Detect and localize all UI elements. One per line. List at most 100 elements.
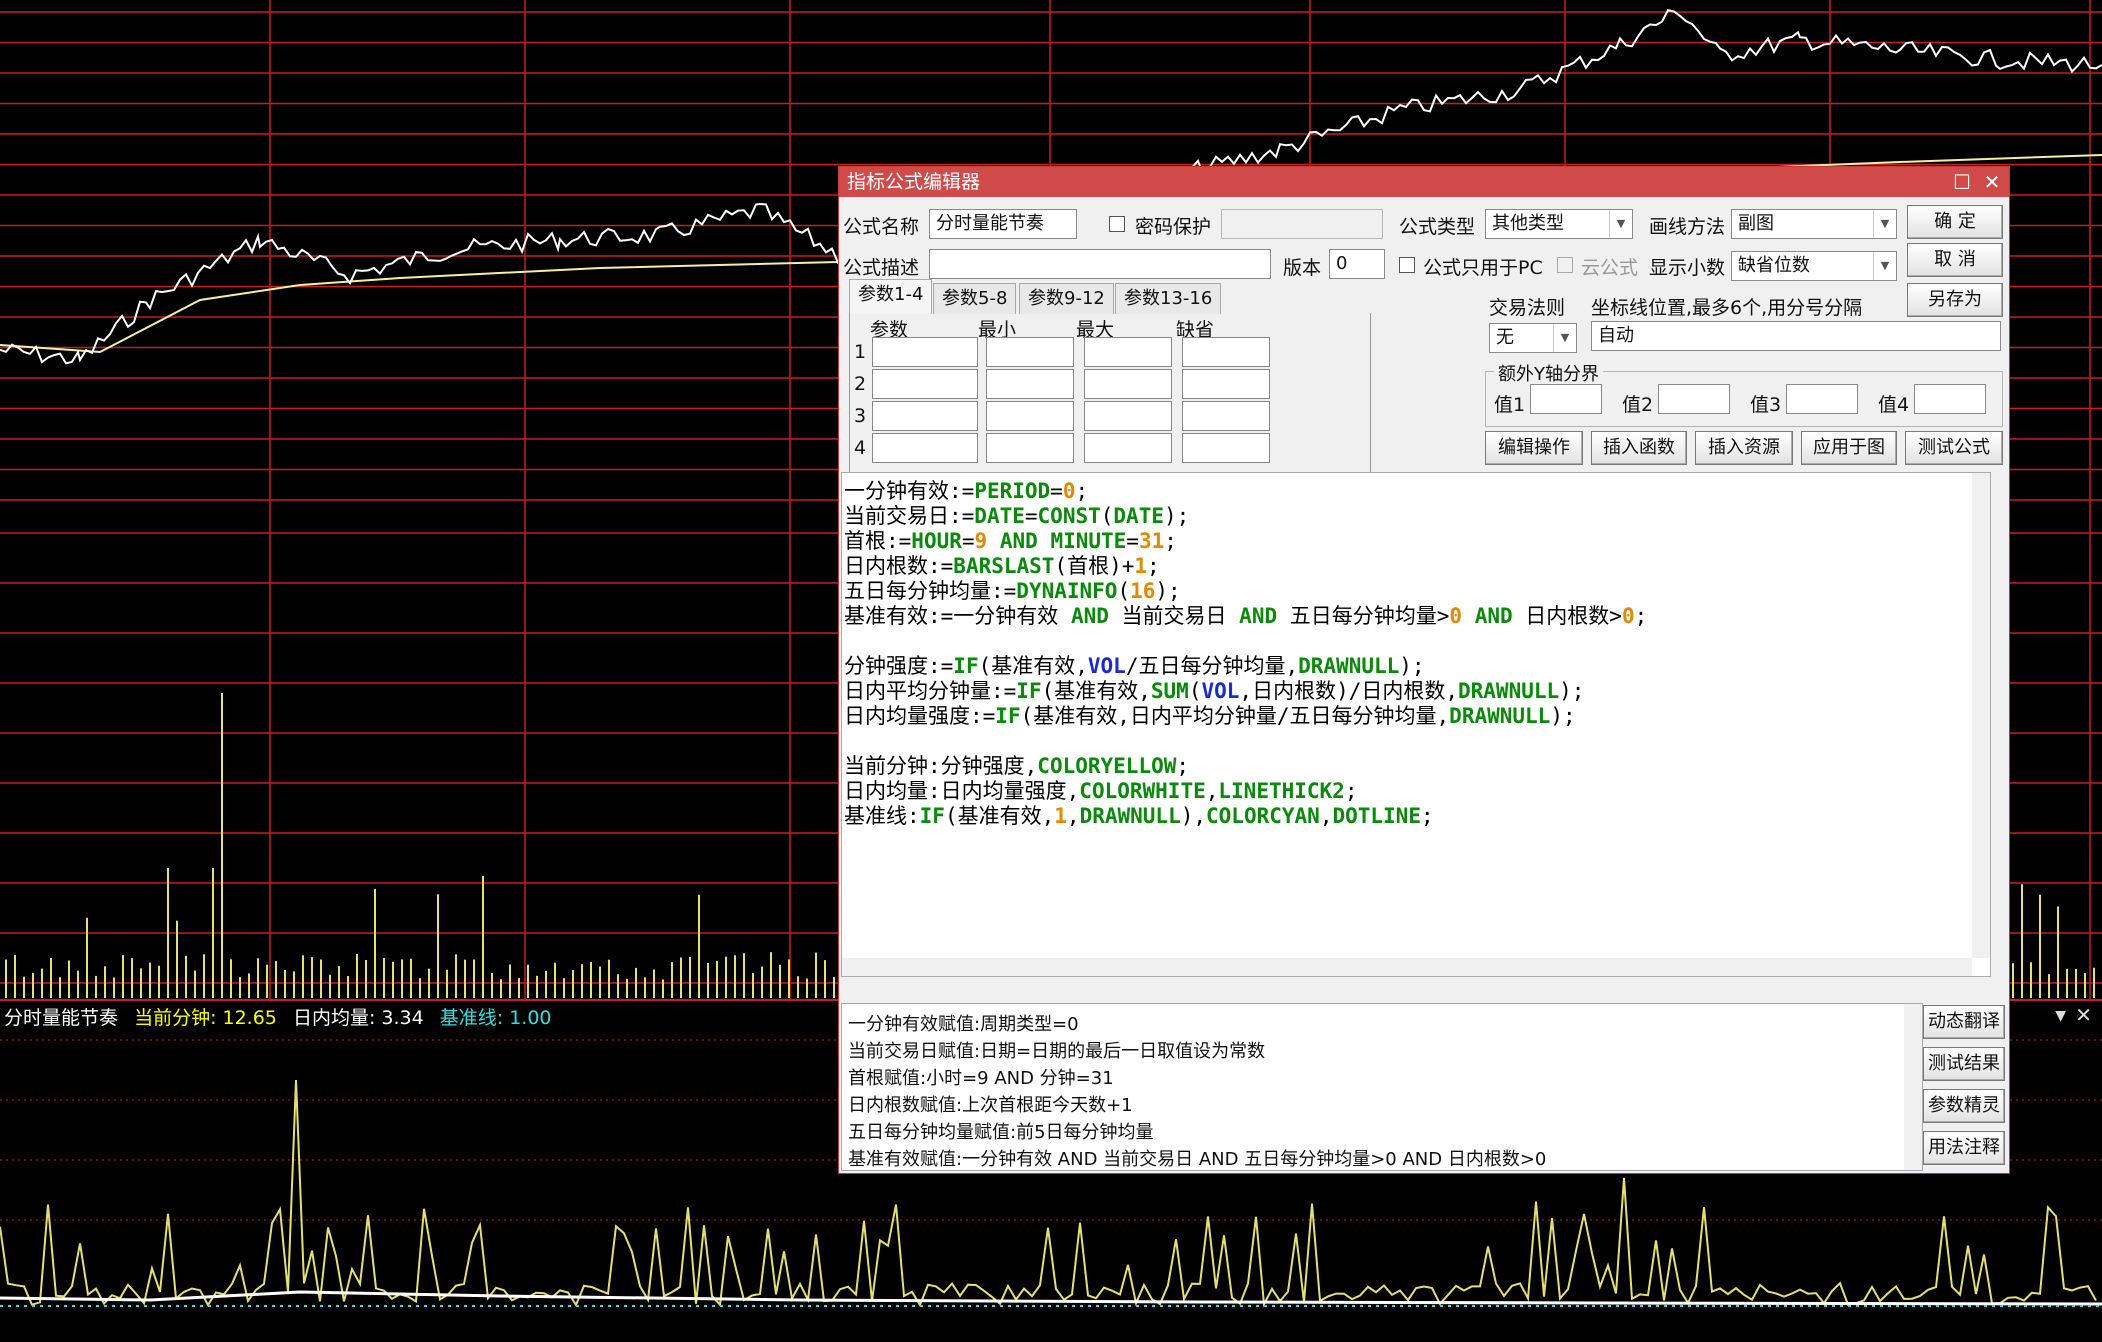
param-row-number: 2	[854, 373, 867, 395]
code-line: 日内均量强度:=IF(基准有效,日内平均分钟量/五日每分钟均量,DRAWNULL…	[844, 704, 1576, 728]
extra-y-axis-group: 额外Y轴分界 值1 值2 值3 值4	[1485, 360, 2003, 427]
draw-method-select[interactable]: 副图 ▼	[1731, 209, 1897, 239]
param-max-input[interactable]	[1084, 401, 1172, 431]
params-panel: 参数 最小 最大 缺省 1 2 3 4	[849, 313, 1371, 484]
test-formula-button[interactable]: 测试公式	[1905, 431, 2003, 465]
param-min-input[interactable]	[986, 369, 1074, 399]
y-value-2-input[interactable]	[1658, 384, 1730, 414]
param-min-input[interactable]	[986, 337, 1074, 367]
y-value-1-label: 值1	[1494, 394, 1526, 416]
formula-name-input[interactable]: 分时量能节奏	[929, 209, 1077, 239]
param-default-input[interactable]	[1182, 433, 1270, 463]
param-row-number: 1	[854, 341, 867, 363]
formula-type-value: 其他类型	[1492, 213, 1564, 234]
translation-line: 日内根数赋值:上次首根距今天数+1	[848, 1095, 1133, 1116]
param-default-input[interactable]	[1182, 337, 1270, 367]
cloud-checkbox	[1557, 257, 1573, 273]
y-value-3-input[interactable]	[1786, 384, 1858, 414]
formula-type-select[interactable]: 其他类型 ▼	[1485, 209, 1633, 239]
translation-line: 当前交易日赋值:日期=日期的最后一日取值设为常数	[848, 1041, 1266, 1062]
decimals-label: 显示小数	[1649, 257, 1726, 279]
tab-params-1-4[interactable]: 参数1-4	[849, 279, 933, 314]
param-name-input[interactable]	[872, 433, 978, 463]
translation-line: 基准有效赋值:一分钟有效 AND 当前交易日 AND 五日每分钟均量>0 AND…	[848, 1149, 1547, 1170]
desc-input[interactable]	[929, 249, 1271, 279]
y-value-1-input[interactable]	[1530, 384, 1602, 414]
formula-name-label: 公式名称	[843, 216, 920, 238]
indicator-daily-avg-line	[0, 1290, 2102, 1306]
code-line: 基准有效:=一分钟有效 AND 当前交易日 AND 五日每分钟均量>0 AND …	[844, 604, 1648, 628]
param-min-input[interactable]	[986, 401, 1074, 431]
legend-daily-avg: 日内均量: 3.34	[292, 1007, 424, 1029]
y-value-4-label: 值4	[1878, 394, 1910, 416]
param-row-number: 4	[854, 437, 867, 459]
param-wizard-button[interactable]: 参数精灵	[1923, 1089, 2005, 1123]
desc-label: 公式描述	[843, 257, 920, 279]
version-input[interactable]: 0	[1329, 249, 1385, 279]
chevron-down-icon: ▼	[1609, 210, 1632, 238]
password-label: 密码保护	[1135, 216, 1212, 238]
save-as-button[interactable]: 另存为	[1907, 283, 2003, 317]
decimals-select[interactable]: 缺省位数 ▼	[1731, 251, 1897, 281]
translation-line: 五日每分钟均量赋值:前5日每分钟均量	[848, 1122, 1154, 1143]
param-name-input[interactable]	[872, 369, 978, 399]
password-checkbox[interactable]	[1109, 216, 1125, 232]
param-name-input[interactable]	[872, 337, 978, 367]
insert-resource-button[interactable]: 插入资源	[1695, 431, 1793, 465]
param-min-input[interactable]	[986, 433, 1074, 463]
indicator-legend: 分时量能节奏 当前分钟: 12.65 日内均量: 3.34 基准线: 1.00	[4, 1003, 562, 1030]
translation-line: 首根赋值:小时=9 AND 分钟=31	[848, 1068, 1114, 1089]
axis-position-input[interactable]: 自动	[1591, 321, 2001, 351]
legend-current-minute: 当前分钟: 12.65	[134, 1007, 277, 1029]
param-max-input[interactable]	[1084, 337, 1172, 367]
formula-editor-dialog: 指标公式编辑器 ☐ ✕ 公式名称 分时量能节奏 密码保护 公式类型 其他类型 ▼…	[838, 166, 2010, 1174]
maximize-icon[interactable]: ☐	[1947, 167, 1977, 197]
tab-params-5-8[interactable]: 参数5-8	[933, 283, 1017, 314]
trade-rule-select[interactable]: 无 ▼	[1489, 323, 1577, 353]
pane-dropdown-icon[interactable]: ▼	[2055, 1008, 2066, 1024]
param-name-input[interactable]	[872, 401, 978, 431]
code-horizontal-scrollbar[interactable]	[842, 958, 1972, 976]
usage-notes-button[interactable]: 用法注释	[1923, 1131, 2005, 1165]
password-input[interactable]	[1221, 209, 1383, 239]
dynamic-translation-panel[interactable]: 一分钟有效赋值:周期类型=0 当前交易日赋值:日期=日期的最后一日取值设为常数 …	[841, 1003, 1923, 1171]
insert-function-button[interactable]: 插入函数	[1591, 431, 1687, 465]
test-result-button[interactable]: 测试结果	[1923, 1047, 2005, 1081]
y-value-3-label: 值3	[1750, 394, 1782, 416]
trade-rule-label: 交易法则	[1489, 297, 1566, 319]
formula-code-editor[interactable]: 一分钟有效:=PERIOD=0; 当前交易日:=DATE=CONST(DATE)…	[841, 472, 1991, 977]
param-default-input[interactable]	[1182, 369, 1270, 399]
chevron-down-icon: ▼	[1873, 210, 1896, 238]
tab-params-13-16[interactable]: 参数13-16	[1115, 283, 1222, 314]
cancel-button[interactable]: 取 消	[1907, 243, 2003, 277]
pc-only-checkbox[interactable]	[1399, 257, 1415, 273]
edit-ops-button[interactable]: 编辑操作	[1485, 431, 1583, 465]
param-row-number: 3	[854, 405, 867, 427]
code-vertical-scrollbar[interactable]	[1972, 473, 1990, 958]
pane-close-icon[interactable]: ✕	[2075, 1003, 2092, 1027]
ok-button[interactable]: 确 定	[1907, 205, 2003, 239]
chevron-down-icon: ▼	[1873, 252, 1896, 280]
decimals-value: 缺省位数	[1738, 255, 1810, 276]
formula-type-label: 公式类型	[1399, 216, 1476, 238]
legend-baseline: 基准线: 1.00	[439, 1007, 552, 1029]
param-default-input[interactable]	[1182, 401, 1270, 431]
dynamic-translate-button[interactable]: 动态翻译	[1923, 1005, 2005, 1039]
version-label: 版本	[1283, 257, 1322, 279]
apply-to-chart-button[interactable]: 应用于图	[1801, 431, 1897, 465]
close-icon[interactable]: ✕	[1977, 167, 2007, 197]
indicator-name: 分时量能节奏	[4, 1007, 119, 1029]
y-value-4-input[interactable]	[1914, 384, 1986, 414]
tab-params-9-12[interactable]: 参数9-12	[1019, 283, 1114, 314]
chevron-down-icon: ▼	[1553, 324, 1576, 352]
param-max-input[interactable]	[1084, 369, 1172, 399]
dialog-titlebar[interactable]: 指标公式编辑器 ☐ ✕	[839, 167, 2009, 197]
translation-scrollbar[interactable]	[1904, 1004, 1922, 1170]
param-max-input[interactable]	[1084, 433, 1172, 463]
axis-position-label: 坐标线位置,最多6个,用分号分隔	[1591, 297, 1863, 319]
cloud-label: 云公式	[1581, 257, 1639, 279]
pc-only-label: 公式只用于PC	[1423, 257, 1543, 279]
code-line: 基准线:IF(基准有效,1,DRAWNULL),COLORCYAN,DOTLIN…	[844, 804, 1434, 828]
y-value-2-label: 值2	[1622, 394, 1654, 416]
draw-method-value: 副图	[1738, 213, 1774, 234]
